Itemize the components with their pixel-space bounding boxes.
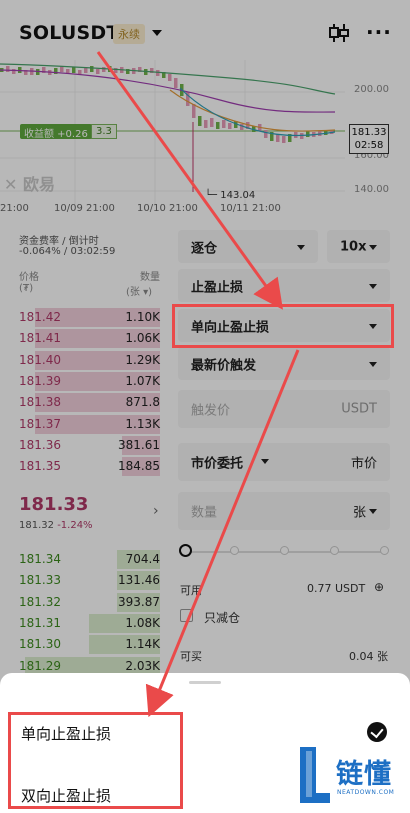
annotation-highlight-box <box>172 304 394 348</box>
brand-name: 链懂 <box>336 759 392 790</box>
brand-domain: NEATDOWN.COM <box>337 789 395 796</box>
sheet-grabber[interactable] <box>189 681 221 684</box>
checkmark-icon <box>367 722 387 742</box>
annotation-highlight-box <box>8 712 183 809</box>
